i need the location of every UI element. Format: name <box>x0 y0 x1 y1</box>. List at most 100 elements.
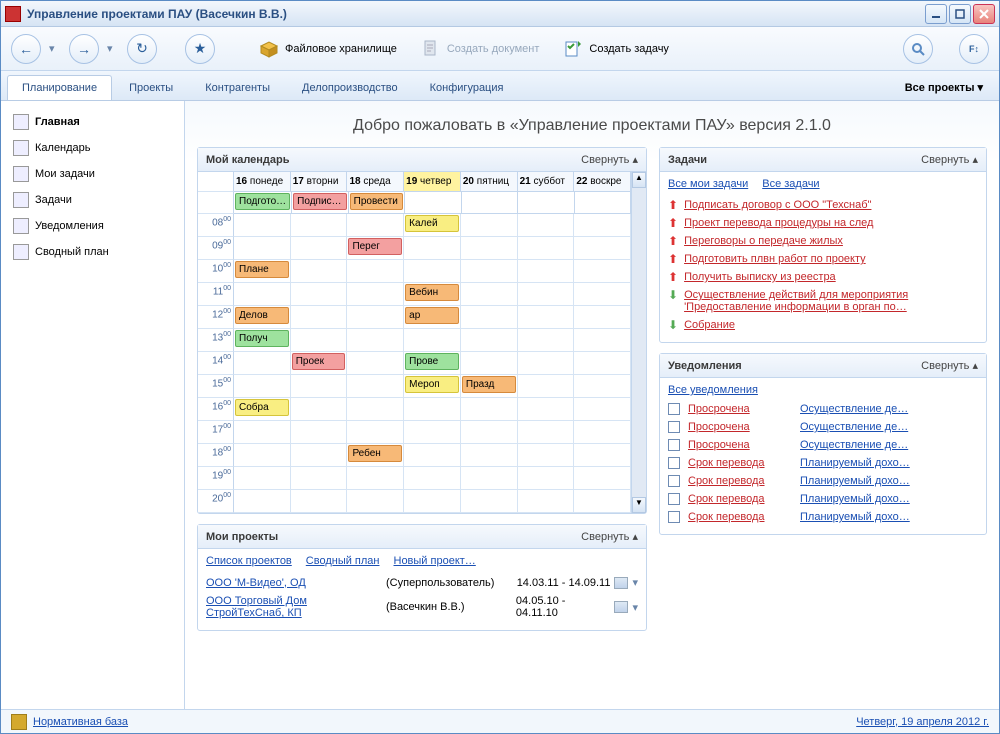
notification-action[interactable]: Планируемый дохо… <box>800 493 910 505</box>
tasks-icon <box>13 192 29 208</box>
refresh-button[interactable]: ↻ <box>127 34 157 64</box>
notification-action[interactable]: Осуществление де… <box>800 403 908 415</box>
calendar-collapse[interactable]: Свернуть ▴ <box>581 153 638 166</box>
file-storage-button[interactable]: Файловое хранилище <box>251 35 405 63</box>
project-menu-dropdown[interactable]: ▾ <box>632 601 638 614</box>
close-button[interactable] <box>973 4 995 24</box>
all-notifications-link[interactable]: Все уведомления <box>668 384 758 396</box>
scroll-up-button[interactable]: ▲ <box>632 172 646 188</box>
task-link[interactable]: Проект перевода процедуры на след <box>684 217 873 229</box>
sidebar-item-home[interactable]: Главная <box>5 109 180 135</box>
sidebar-item-tasks[interactable]: Задачи <box>5 187 180 213</box>
notifications-collapse[interactable]: Свернуть ▴ <box>921 359 978 372</box>
calendar-day-header-cell[interactable]: 22 воскре <box>574 172 631 192</box>
calendar-allday-event[interactable]: Провести <box>350 193 403 210</box>
task-link[interactable]: Осуществление действий для мероприятия '… <box>684 289 978 313</box>
projects-list-link[interactable]: Список проектов <box>206 555 292 567</box>
create-task-button[interactable]: Создать задачу <box>555 35 677 63</box>
calendar-day-header-cell[interactable]: 19 четвер <box>404 172 461 192</box>
gantt-icon[interactable] <box>614 601 628 613</box>
maximize-button[interactable] <box>949 4 971 24</box>
projects-collapse[interactable]: Свернуть ▴ <box>581 530 638 543</box>
notification-checkbox[interactable] <box>668 475 680 487</box>
tab-projects[interactable]: Проекты <box>114 75 188 100</box>
project-menu-dropdown[interactable]: ▾ <box>632 576 638 589</box>
sidebar-item-notifications[interactable]: Уведомления <box>5 213 180 239</box>
all-projects-dropdown[interactable]: Все проекты▾ <box>895 75 993 100</box>
calendar-event[interactable]: Вебин <box>405 284 459 301</box>
summary-plan-link[interactable]: Сводный план <box>306 555 380 567</box>
tab-config[interactable]: Конфигурация <box>415 75 519 100</box>
notification-checkbox[interactable] <box>668 457 680 469</box>
calendar-event[interactable]: Собра <box>235 399 289 416</box>
calendar-event[interactable]: Празд <box>462 376 516 393</box>
calendar-grid[interactable]: КалейПерег Плане Вебин Делов ар ПолучПроек Про… <box>234 214 631 513</box>
calendar-event[interactable]: Плане <box>235 261 289 278</box>
notification-checkbox[interactable] <box>668 421 680 433</box>
notification-action[interactable]: Осуществление де… <box>800 421 908 433</box>
minimize-button[interactable] <box>925 4 947 24</box>
notification-status[interactable]: Срок перевода <box>688 457 792 469</box>
gantt-icon[interactable] <box>614 577 628 589</box>
notification-checkbox[interactable] <box>668 439 680 451</box>
task-link[interactable]: Получить выписку из реестра <box>684 271 836 283</box>
calendar-event[interactable]: Калей <box>405 215 459 232</box>
back-button[interactable]: ← <box>11 34 41 64</box>
back-history-dropdown[interactable]: ▾ <box>49 42 61 55</box>
tab-planning[interactable]: Планирование <box>7 75 112 100</box>
calendar-event[interactable]: Проек <box>292 353 346 370</box>
sidebar-item-summary-plan[interactable]: Сводный план <box>5 239 180 265</box>
project-name-link[interactable]: ООО Торговый Дом СтройТехСнаб, КП <box>206 595 386 619</box>
notification-action[interactable]: Планируемый дохо… <box>800 511 910 523</box>
new-project-link[interactable]: Новый проект… <box>394 555 476 567</box>
notification-action[interactable]: Планируемый дохо… <box>800 457 910 469</box>
fullscreen-button[interactable]: F↕ <box>959 34 989 64</box>
notification-status[interactable]: Просрочена <box>688 439 792 451</box>
notification-action[interactable]: Планируемый дохо… <box>800 475 910 487</box>
calendar-allday-event[interactable]: Подгото… <box>235 193 290 210</box>
calendar-event[interactable]: Ребен <box>348 445 402 462</box>
calendar-event[interactable]: Мероп <box>405 376 459 393</box>
task-link[interactable]: Переговоры о передаче жилых <box>684 235 843 247</box>
search-button[interactable] <box>903 34 933 64</box>
task-link[interactable]: Подготовить плвн работ по проекту <box>684 253 866 265</box>
calendar-day-header-cell[interactable]: 20 пятниц <box>461 172 518 192</box>
calendar-scrollbar[interactable]: ▲ ▼ <box>631 172 646 513</box>
forward-history-dropdown[interactable]: ▾ <box>107 42 119 55</box>
notification-checkbox[interactable] <box>668 403 680 415</box>
calendar-day-header-cell[interactable]: 21 суббот <box>518 172 575 192</box>
calendar-event[interactable]: Перег <box>348 238 402 255</box>
my-tasks-link[interactable]: Все мои задачи <box>668 178 748 190</box>
task-link[interactable]: Собрание <box>684 319 735 331</box>
sidebar-item-my-tasks[interactable]: Мои задачи <box>5 161 180 187</box>
calendar-day-header-cell[interactable]: 17 вторни <box>291 172 348 192</box>
date-link[interactable]: Четверг, 19 апреля 2012 г. <box>856 716 989 728</box>
create-document-button[interactable]: Создать документ <box>413 35 548 63</box>
notification-status[interactable]: Срок перевода <box>688 493 792 505</box>
favorites-button[interactable]: ★ <box>185 34 215 64</box>
notification-status[interactable]: Просрочена <box>688 403 792 415</box>
calendar-event[interactable]: Делов <box>235 307 289 324</box>
all-tasks-link[interactable]: Все задачи <box>762 178 819 190</box>
calendar-allday-event[interactable]: Подпис… <box>293 193 346 210</box>
calendar-event[interactable]: Прове <box>405 353 459 370</box>
sidebar-item-calendar[interactable]: Календарь <box>5 135 180 161</box>
notification-status[interactable]: Срок перевода <box>688 511 792 523</box>
tasks-collapse[interactable]: Свернуть ▴ <box>921 153 978 166</box>
notification-status[interactable]: Срок перевода <box>688 475 792 487</box>
calendar-event[interactable]: ар <box>405 307 459 324</box>
calendar-day-header-cell[interactable]: 18 среда <box>347 172 404 192</box>
calendar-event[interactable]: Получ <box>235 330 289 347</box>
tab-paperwork[interactable]: Делопроизводство <box>287 75 413 100</box>
notification-status[interactable]: Просрочена <box>688 421 792 433</box>
notification-checkbox[interactable] <box>668 511 680 523</box>
notification-checkbox[interactable] <box>668 493 680 505</box>
project-name-link[interactable]: ООО 'М-Видео', ОД <box>206 577 386 589</box>
calendar-day-header-cell[interactable]: 16 понеде <box>234 172 291 192</box>
forward-button[interactable]: → <box>69 34 99 64</box>
tab-contractors[interactable]: Контрагенты <box>190 75 285 100</box>
task-link[interactable]: Подписать договор с ООО "Техснаб" <box>684 199 871 211</box>
normative-base-link[interactable]: Нормативная база <box>33 716 128 728</box>
scroll-down-button[interactable]: ▼ <box>632 497 646 513</box>
notification-action[interactable]: Осуществление де… <box>800 439 908 451</box>
